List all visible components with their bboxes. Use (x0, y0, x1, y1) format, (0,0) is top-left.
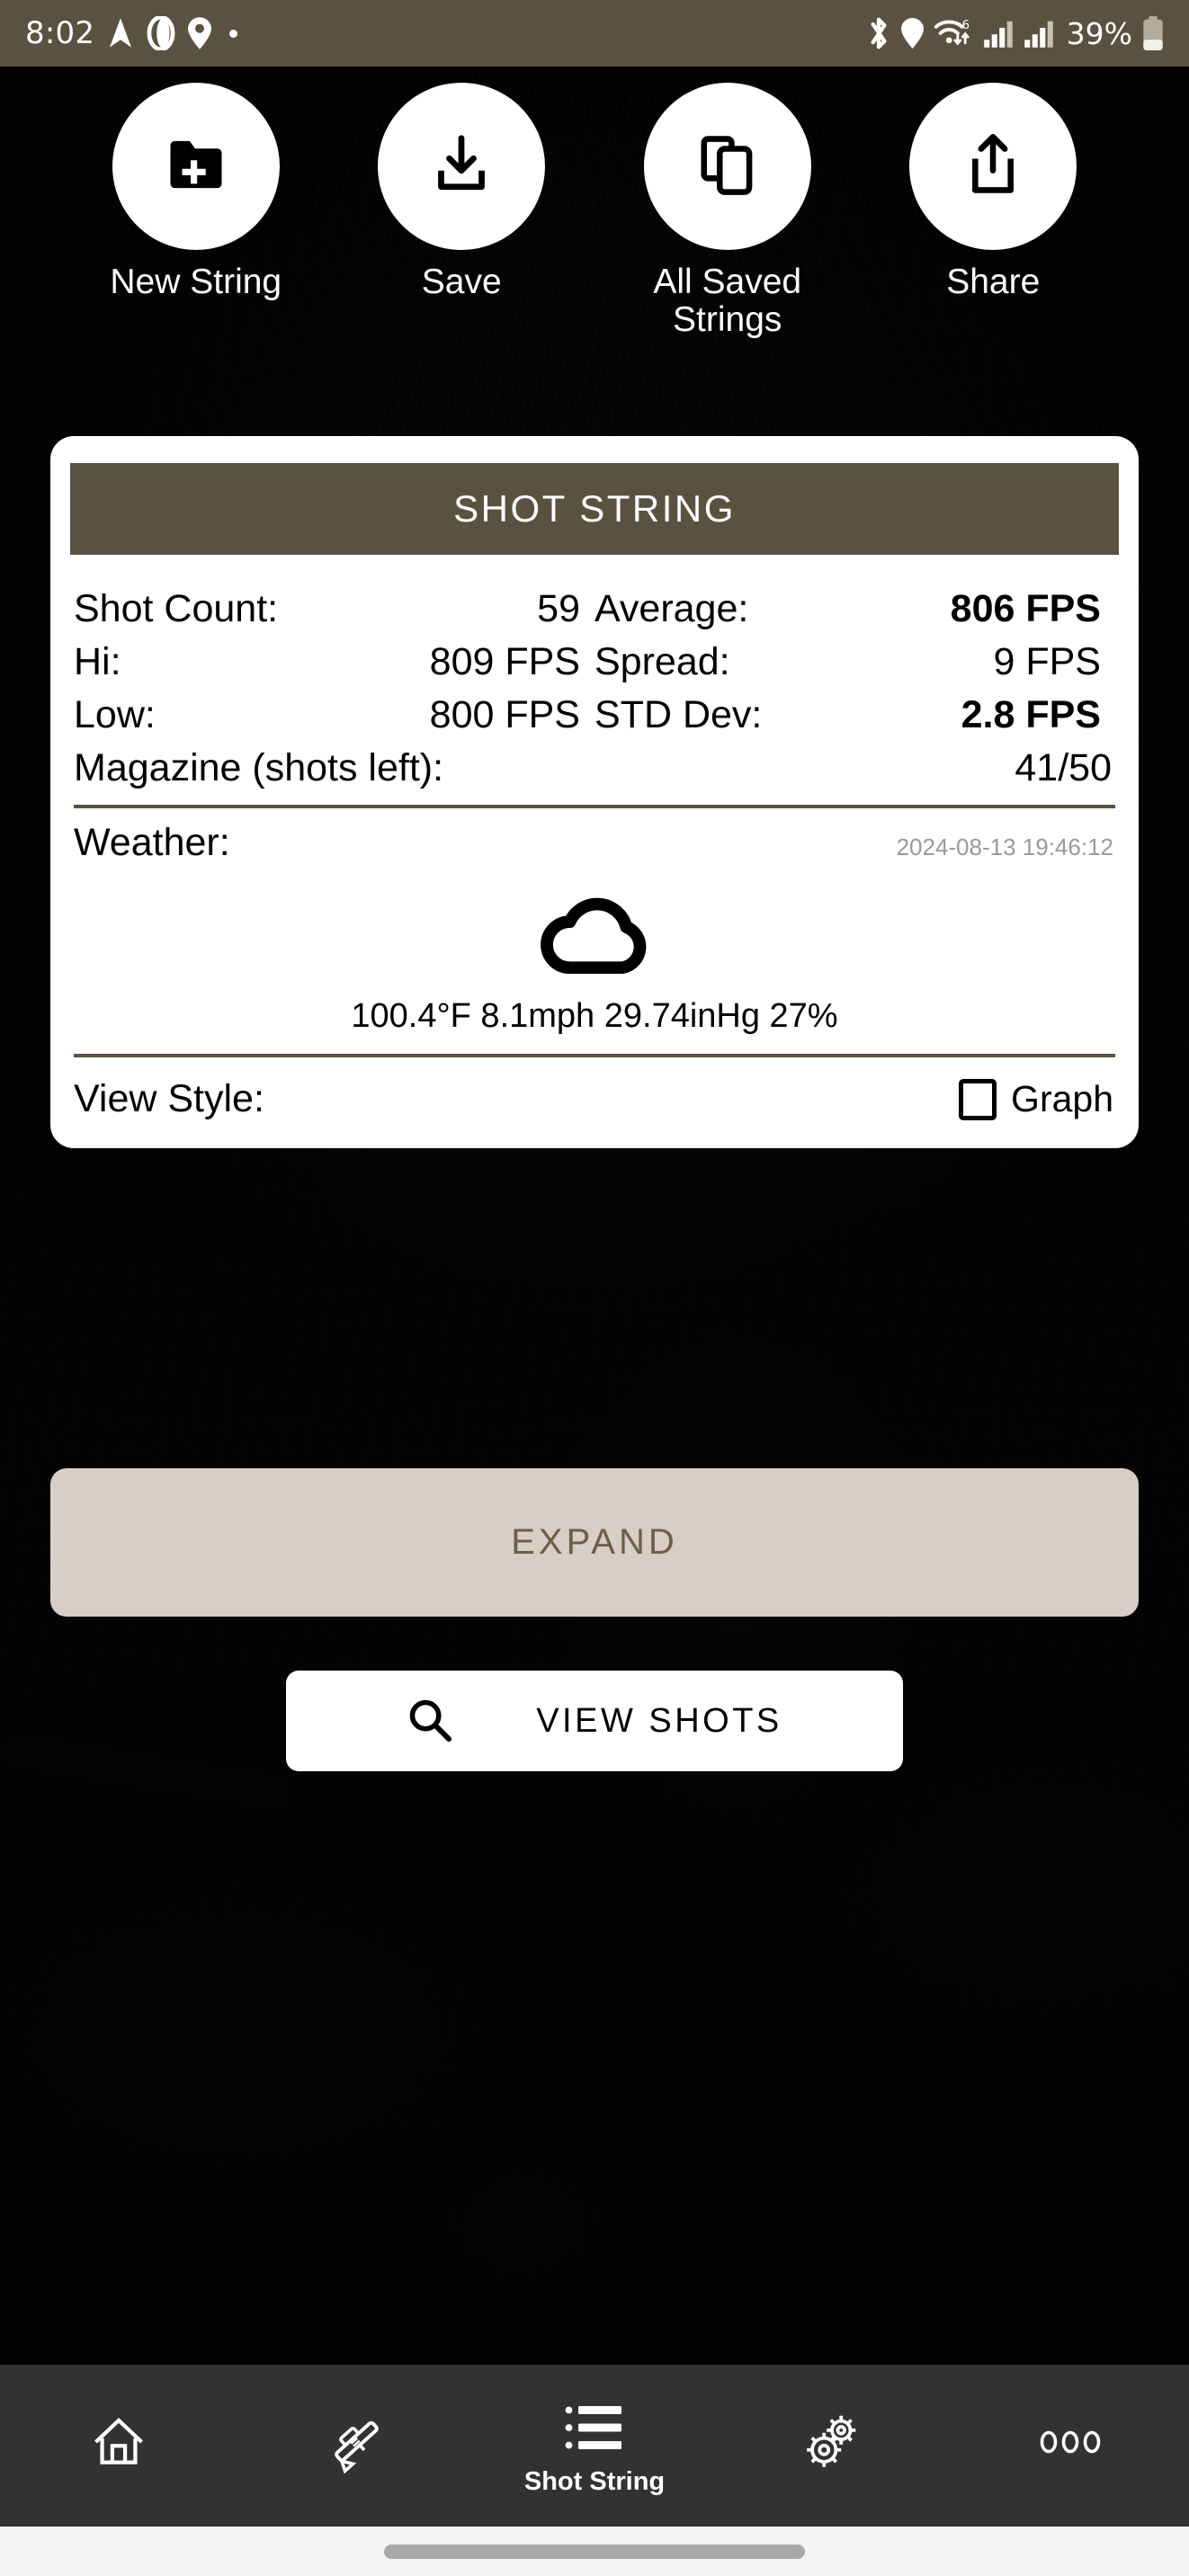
new-string-button[interactable]: New String (63, 83, 329, 338)
stat-value: 809 FPS (429, 640, 580, 683)
copy-stack-icon (696, 133, 759, 201)
opera-o-icon (147, 16, 175, 50)
background-rifle-barrel (0, 1734, 290, 1819)
background-scope-tube (513, 1876, 738, 2177)
stat-label: Hi: (74, 640, 121, 683)
all-saved-strings-button-label: All Saved Strings (653, 263, 802, 339)
search-icon (407, 1697, 453, 1746)
weather-timestamp: 2024-08-13 19:46:12 (896, 833, 1113, 860)
stat-label: Shot Count: (74, 587, 279, 630)
card-title: SHOT STRING (453, 487, 736, 530)
signal-bars-icon (1024, 18, 1054, 49)
background-photo (0, 67, 1189, 2365)
share-button[interactable]: Share (861, 83, 1127, 338)
save-button-label: Save (421, 263, 502, 301)
stat-average: Average: 806 FPS (594, 587, 1115, 631)
weather-header: Weather: 2024-08-13 19:46:12 (50, 808, 1139, 865)
list-icon (562, 2395, 627, 2460)
status-bar: 8:02 6 39% (0, 0, 1189, 67)
notification-dot-icon (229, 29, 238, 38)
stat-hi: Hi: 809 FPS (74, 640, 594, 684)
save-button-circle[interactable] (378, 83, 546, 250)
view-shots-button-label: VIEW SHOTS (536, 1701, 782, 1740)
view-style-label: View Style: (74, 1077, 264, 1120)
view-style-row: View Style: Graph (50, 1057, 1139, 1121)
gesture-bar-area (0, 2527, 1189, 2576)
all-saved-strings-button-circle[interactable] (643, 83, 811, 250)
nav-item-more[interactable] (952, 2365, 1189, 2527)
stats-section: Shot Count: 59 Average: 806 FPS Hi: 809 … (50, 555, 1139, 790)
stat-shot-count: Shot Count: 59 (74, 587, 594, 631)
new-string-button-circle[interactable] (112, 83, 280, 250)
share-button-circle[interactable] (909, 83, 1077, 250)
nav-item-shot-string[interactable]: Shot String (476, 2365, 713, 2527)
new-string-button-label: New String (110, 263, 282, 301)
stat-value: 59 (537, 587, 580, 630)
battery-icon (1142, 16, 1164, 50)
weather-summary: 100.4°F 8.1mph 29.74inHg 27% (351, 997, 838, 1035)
all-saved-strings-button[interactable]: All Saved Strings (594, 83, 861, 338)
top-action-bar: New String Save All Saved Strings Share (0, 83, 1189, 338)
view-shots-button[interactable]: VIEW SHOTS (286, 1671, 903, 1771)
wifi-6-icon: 6 (934, 17, 973, 49)
stat-value: 800 FPS (429, 693, 580, 736)
stat-std-dev: STD Dev: 2.8 FPS (594, 693, 1115, 737)
view-style-control[interactable]: Graph (959, 1078, 1113, 1120)
share-button-label: Share (946, 263, 1041, 301)
navigation-arrow-icon (107, 17, 134, 49)
stat-label: STD Dev: (594, 693, 763, 736)
stat-low: Low: 800 FPS (74, 693, 594, 737)
battery-percent-label: 39% (1066, 15, 1132, 51)
stat-row-magazine: Magazine (shots left): 41/50 (74, 746, 1115, 790)
weather-icon-wrap (50, 881, 1139, 981)
stat-row-low-stddev: Low: 800 FPS STD Dev: 2.8 FPS (74, 693, 1115, 737)
stat-label: Magazine (shots left): (74, 746, 444, 789)
stat-value: 806 FPS (950, 587, 1101, 630)
location-pin-icon (188, 17, 212, 49)
stat-label: Average: (594, 587, 749, 630)
nav-item-shot-string-label: Shot String (523, 2466, 666, 2496)
svg-text:6: 6 (961, 19, 969, 32)
nav-item-settings[interactable] (713, 2365, 951, 2527)
status-bar-right: 6 39% (866, 16, 1164, 51)
download-save-icon (429, 132, 494, 201)
share-upload-icon (961, 133, 1024, 201)
stat-row-shot-count-average: Shot Count: 59 Average: 806 FPS (74, 587, 1115, 631)
gears-icon (798, 2410, 866, 2474)
graph-checkbox[interactable] (959, 1078, 997, 1120)
stat-value: 2.8 FPS (961, 693, 1101, 736)
nav-item-rifle[interactable] (237, 2365, 475, 2527)
bluetooth-icon (866, 16, 891, 50)
status-bar-clock: 8:02 (25, 15, 95, 51)
weather-label: Weather: (74, 821, 230, 864)
nav-item-home[interactable] (0, 2365, 237, 2527)
stat-label: Low: (74, 693, 156, 736)
save-button[interactable]: Save (329, 83, 595, 338)
stat-label: Spread: (594, 640, 730, 683)
signal-bars-icon (983, 18, 1014, 49)
stat-value: 9 FPS (993, 640, 1102, 683)
new-folder-plus-icon (162, 130, 230, 203)
cloud-icon (531, 881, 658, 981)
rifle-icon (325, 2410, 389, 2474)
shot-string-card: SHOT STRING Shot Count: 59 Average: 806 … (50, 436, 1139, 1148)
more-dots-icon (1038, 2410, 1103, 2474)
gesture-pill[interactable] (384, 2544, 805, 2559)
stat-row-hi-spread: Hi: 809 FPS Spread: 9 FPS (74, 640, 1115, 684)
expand-button[interactable]: EXPAND (50, 1468, 1139, 1617)
graph-checkbox-label[interactable]: Graph (1011, 1078, 1113, 1120)
app-root: 8:02 6 39% New String Save All Saved Str… (0, 0, 1189, 2576)
bottom-navigation-bar: Shot String (0, 2365, 1189, 2527)
location-pin-icon (900, 18, 924, 49)
stat-value: 41/50 (1015, 746, 1112, 789)
home-icon (88, 2410, 149, 2474)
status-bar-left: 8:02 (25, 15, 238, 51)
stat-spread: Spread: 9 FPS (594, 640, 1115, 684)
shot-string-card-header: SHOT STRING (70, 463, 1119, 555)
expand-button-label: EXPAND (511, 1522, 678, 1562)
